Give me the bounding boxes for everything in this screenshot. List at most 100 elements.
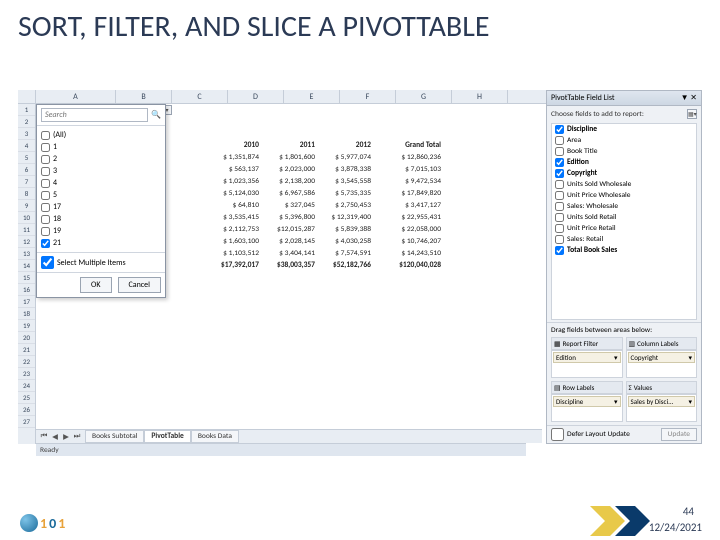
row-header[interactable]: 21 [18,344,35,356]
row-header[interactable]: 1 [18,104,35,116]
data-cell[interactable]: $ 1,603,100 [206,236,262,248]
data-cell[interactable]: $ 5,124,030 [206,188,262,200]
col-header-c[interactable]: C [172,90,228,103]
filter-item-checkbox[interactable] [41,155,50,164]
row-header[interactable]: 9 [18,200,35,212]
data-cell[interactable]: $ 22,955,431 [374,212,444,224]
field-item[interactable]: Discipline [552,124,696,135]
field-item[interactable]: Area [552,135,696,146]
filter-item[interactable]: 2 [41,153,161,165]
data-cell[interactable]: $ 6,967,586 [262,188,318,200]
tab-pivottable[interactable]: PivotTable [144,430,190,443]
data-cell[interactable]: $ 9,472,534 [374,176,444,188]
field-checkbox[interactable] [555,191,564,200]
row-header[interactable]: 19 [18,320,35,332]
tab-nav[interactable]: ⏮◀▶⏭ [36,432,85,442]
filter-item[interactable]: 4 [41,177,161,189]
col-header-b[interactable]: B [116,90,172,103]
close-icon[interactable]: ▼ ✕ [681,93,697,103]
field-item[interactable]: Edition [552,157,696,168]
field-checkbox[interactable] [555,180,564,189]
field-item[interactable]: Copyright [552,168,696,179]
filter-item[interactable]: 5 [41,189,161,201]
row-header[interactable]: 7 [18,176,35,188]
data-cell[interactable]: $ 5,839,388 [318,224,374,236]
col-header-a[interactable]: A [36,90,116,103]
field-item[interactable]: Book Title [552,146,696,157]
field-checkbox[interactable] [555,169,564,178]
filter-item[interactable]: 19 [41,225,161,237]
row-header[interactable]: 13 [18,248,35,260]
select-multiple-checkbox[interactable] [41,256,54,269]
field-checkbox[interactable] [555,158,564,167]
data-cell[interactable]: $ 64,810 [206,200,262,212]
field-checkbox[interactable] [555,202,564,211]
data-cell[interactable]: $ 3,878,338 [318,164,374,176]
filter-item-checkbox[interactable] [41,131,50,140]
area-report-filter[interactable]: Edition▾ [551,350,623,378]
col-header-f[interactable]: F [340,90,396,103]
data-cell[interactable]: $ 2,112,753 [206,224,262,236]
field-checkbox[interactable] [555,136,564,145]
data-cell[interactable]: $17,392,017 [206,260,262,272]
data-cell[interactable]: $ 7,574,591 [318,248,374,260]
filter-item-checkbox[interactable] [41,203,50,212]
row-header[interactable]: 8 [18,188,35,200]
row-header[interactable]: 18 [18,308,35,320]
filter-item-checkbox[interactable] [41,191,50,200]
year-header[interactable]: 2010 [206,140,262,152]
field-item[interactable]: Total Book Sales [552,245,696,256]
row-header[interactable]: 25 [18,392,35,404]
area-column-labels[interactable]: Copyright▾ [626,350,698,378]
field-item[interactable]: Unit Price Wholesale [552,190,696,201]
pill-sales[interactable]: Sales by Disci...▾ [628,396,696,407]
year-header[interactable]: Grand Total [374,140,444,152]
data-cell[interactable]: $38,003,357 [262,260,318,272]
field-item[interactable]: Units Sold Wholesale [552,179,696,190]
field-checkbox[interactable] [555,246,564,255]
tab-books-subtotal[interactable]: Books Subtotal [85,430,144,443]
data-cell[interactable]: $ 2,023,000 [262,164,318,176]
filter-item[interactable]: 3 [41,165,161,177]
data-cell[interactable]: $ 2,138,200 [262,176,318,188]
data-cell[interactable]: $ 2,028,145 [262,236,318,248]
year-header[interactable]: 2011 [262,140,318,152]
data-cell[interactable]: $ 2,750,453 [318,200,374,212]
row-header[interactable]: 16 [18,284,35,296]
pill-discipline[interactable]: Discipline▾ [553,396,621,407]
search-input[interactable] [41,108,148,122]
field-checkbox[interactable] [555,213,564,222]
row-header[interactable]: 6 [18,164,35,176]
defer-checkbox[interactable] [551,428,564,441]
data-cell[interactable]: $120,040,028 [374,260,444,272]
data-cell[interactable]: $ 1,103,512 [206,248,262,260]
data-cell[interactable]: $ 3,545,558 [318,176,374,188]
field-checkbox[interactable] [555,224,564,233]
row-header[interactable]: 23 [18,368,35,380]
filter-item-checkbox[interactable] [41,143,50,152]
row-header[interactable]: 27 [18,416,35,428]
row-header[interactable]: 17 [18,296,35,308]
filter-item[interactable]: 1 [41,141,161,153]
area-row-labels[interactable]: Discipline▾ [551,394,623,422]
filter-item-checkbox[interactable] [41,179,50,188]
filter-item[interactable]: (All) [41,129,161,141]
filter-item-checkbox[interactable] [41,167,50,176]
data-cell[interactable]: $ 3,535,415 [206,212,262,224]
data-cell[interactable]: $ 3,417,127 [374,200,444,212]
data-cell[interactable]: $ 563,137 [206,164,262,176]
row-header[interactable]: 15 [18,272,35,284]
data-cell[interactable]: $ 12,860,236 [374,152,444,164]
data-cell[interactable]: $ 22,058,000 [374,224,444,236]
field-item[interactable]: Units Sold Retail [552,212,696,223]
data-cell[interactable]: $ 3,404,141 [262,248,318,260]
data-cell[interactable]: $ 10,746,207 [374,236,444,248]
ok-button[interactable]: OK [80,277,111,293]
data-cell[interactable]: $ 5,977,074 [318,152,374,164]
row-header[interactable]: 12 [18,236,35,248]
data-cell[interactable]: $ 12,319,400 [318,212,374,224]
filter-item[interactable]: 21 [41,237,161,249]
filter-item-checkbox[interactable] [41,239,50,248]
data-cell[interactable]: $12,015,287 [262,224,318,236]
row-header[interactable]: 26 [18,404,35,416]
